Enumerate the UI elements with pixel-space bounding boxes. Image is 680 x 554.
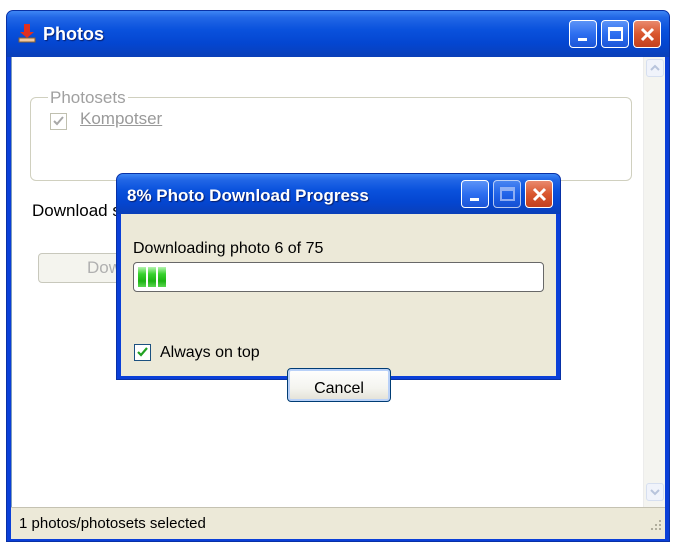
download-label: Download s [32, 201, 121, 220]
vertical-scrollbar[interactable] [643, 57, 665, 507]
checkmark-icon [53, 116, 64, 126]
status-text: 1 photos/photosets selected [19, 515, 206, 532]
photoset-checkbox[interactable] [50, 113, 67, 130]
progress-chunk [138, 267, 146, 287]
checkmark-icon [137, 347, 148, 357]
close-icon [532, 187, 547, 202]
main-window-title: Photos [43, 24, 104, 44]
minimize-icon [470, 198, 479, 201]
resize-grip-icon[interactable] [649, 518, 663, 537]
dialog-titlebar[interactable]: 8% Photo Download Progress [117, 174, 560, 214]
scroll-up-arrow-icon[interactable] [646, 59, 664, 77]
progress-fill [138, 267, 168, 287]
minimize-button[interactable] [569, 20, 597, 48]
photosets-legend: Photosets [48, 88, 128, 108]
always-on-top-label[interactable]: Always on top [160, 344, 260, 362]
close-icon [640, 27, 655, 42]
scroll-down-arrow-icon[interactable] [646, 483, 664, 501]
minimize-icon [578, 38, 587, 41]
cancel-button[interactable]: Cancel [287, 368, 391, 402]
progress-chunk [148, 267, 156, 287]
download-progress-bar [133, 262, 544, 292]
dialog-minimize-button[interactable] [461, 180, 489, 208]
progress-dialog: 8% Photo Download Progress Downloading p… [116, 173, 561, 402]
dialog-title: 8% Photo Download Progress [127, 186, 369, 205]
download-status-text: Downloading photo 6 of 75 [133, 240, 324, 257]
progress-chunk [158, 267, 166, 287]
main-titlebar[interactable]: Photos [7, 11, 669, 57]
maximize-button[interactable] [601, 20, 629, 48]
dialog-maximize-button [493, 180, 521, 208]
dialog-close-button[interactable] [525, 180, 553, 208]
status-bar: 1 photos/photosets selected [11, 507, 665, 539]
photoset-label[interactable]: Kompotser [80, 109, 162, 129]
close-button[interactable] [633, 20, 661, 48]
dialog-client-area: Downloading photo 6 of 75 Always on top … [121, 214, 556, 402]
download-icon [17, 23, 37, 43]
always-on-top-checkbox[interactable] [134, 344, 151, 361]
